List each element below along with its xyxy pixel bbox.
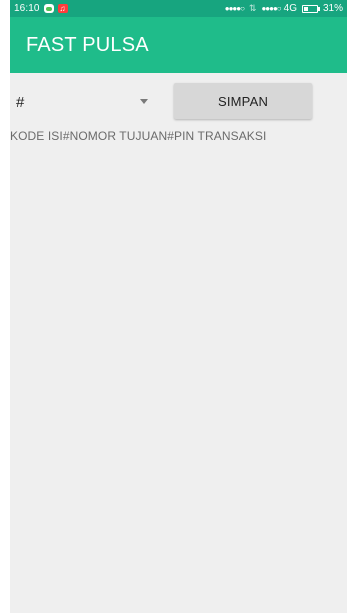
signal-strength-1: ●●●●○	[224, 4, 245, 13]
status-right-group: ●●●●○ ⇅ ●●●●○ 4G 31%	[225, 3, 343, 14]
music-notification-icon: ♫	[57, 4, 68, 13]
save-button[interactable]: SIMPAN	[174, 83, 312, 119]
status-bar: 16:10 ♫ ●●●●○ ⇅ ●●●●○ 4G 31%	[10, 0, 347, 17]
battery-icon	[301, 4, 320, 13]
dropdown-arrow-icon	[140, 99, 148, 104]
app-bar: FAST PULSA	[10, 17, 347, 73]
chat-notification-icon	[43, 4, 54, 13]
signal-strength-2: ●●●●○	[261, 4, 281, 13]
format-hint-text: KODE ISI#NOMOR TUJUAN#PIN TRANSAKSI	[10, 129, 267, 143]
battery-percent: 31%	[322, 3, 343, 14]
status-time: 16:10	[14, 3, 40, 14]
separator-dropdown-value: #	[16, 93, 25, 111]
app-screen: 16:10 ♫ ●●●●○ ⇅ ●●●●○ 4G 31% FAST PULSA …	[10, 0, 347, 613]
form-controls: # SIMPAN	[10, 83, 347, 127]
app-title: FAST PULSA	[26, 33, 149, 56]
separator-dropdown[interactable]: #	[10, 83, 170, 121]
status-left-group: 16:10 ♫	[14, 3, 68, 14]
network-type: 4G	[283, 3, 297, 14]
data-activity-icon: ⇅	[248, 3, 257, 13]
battery-level	[303, 6, 308, 11]
